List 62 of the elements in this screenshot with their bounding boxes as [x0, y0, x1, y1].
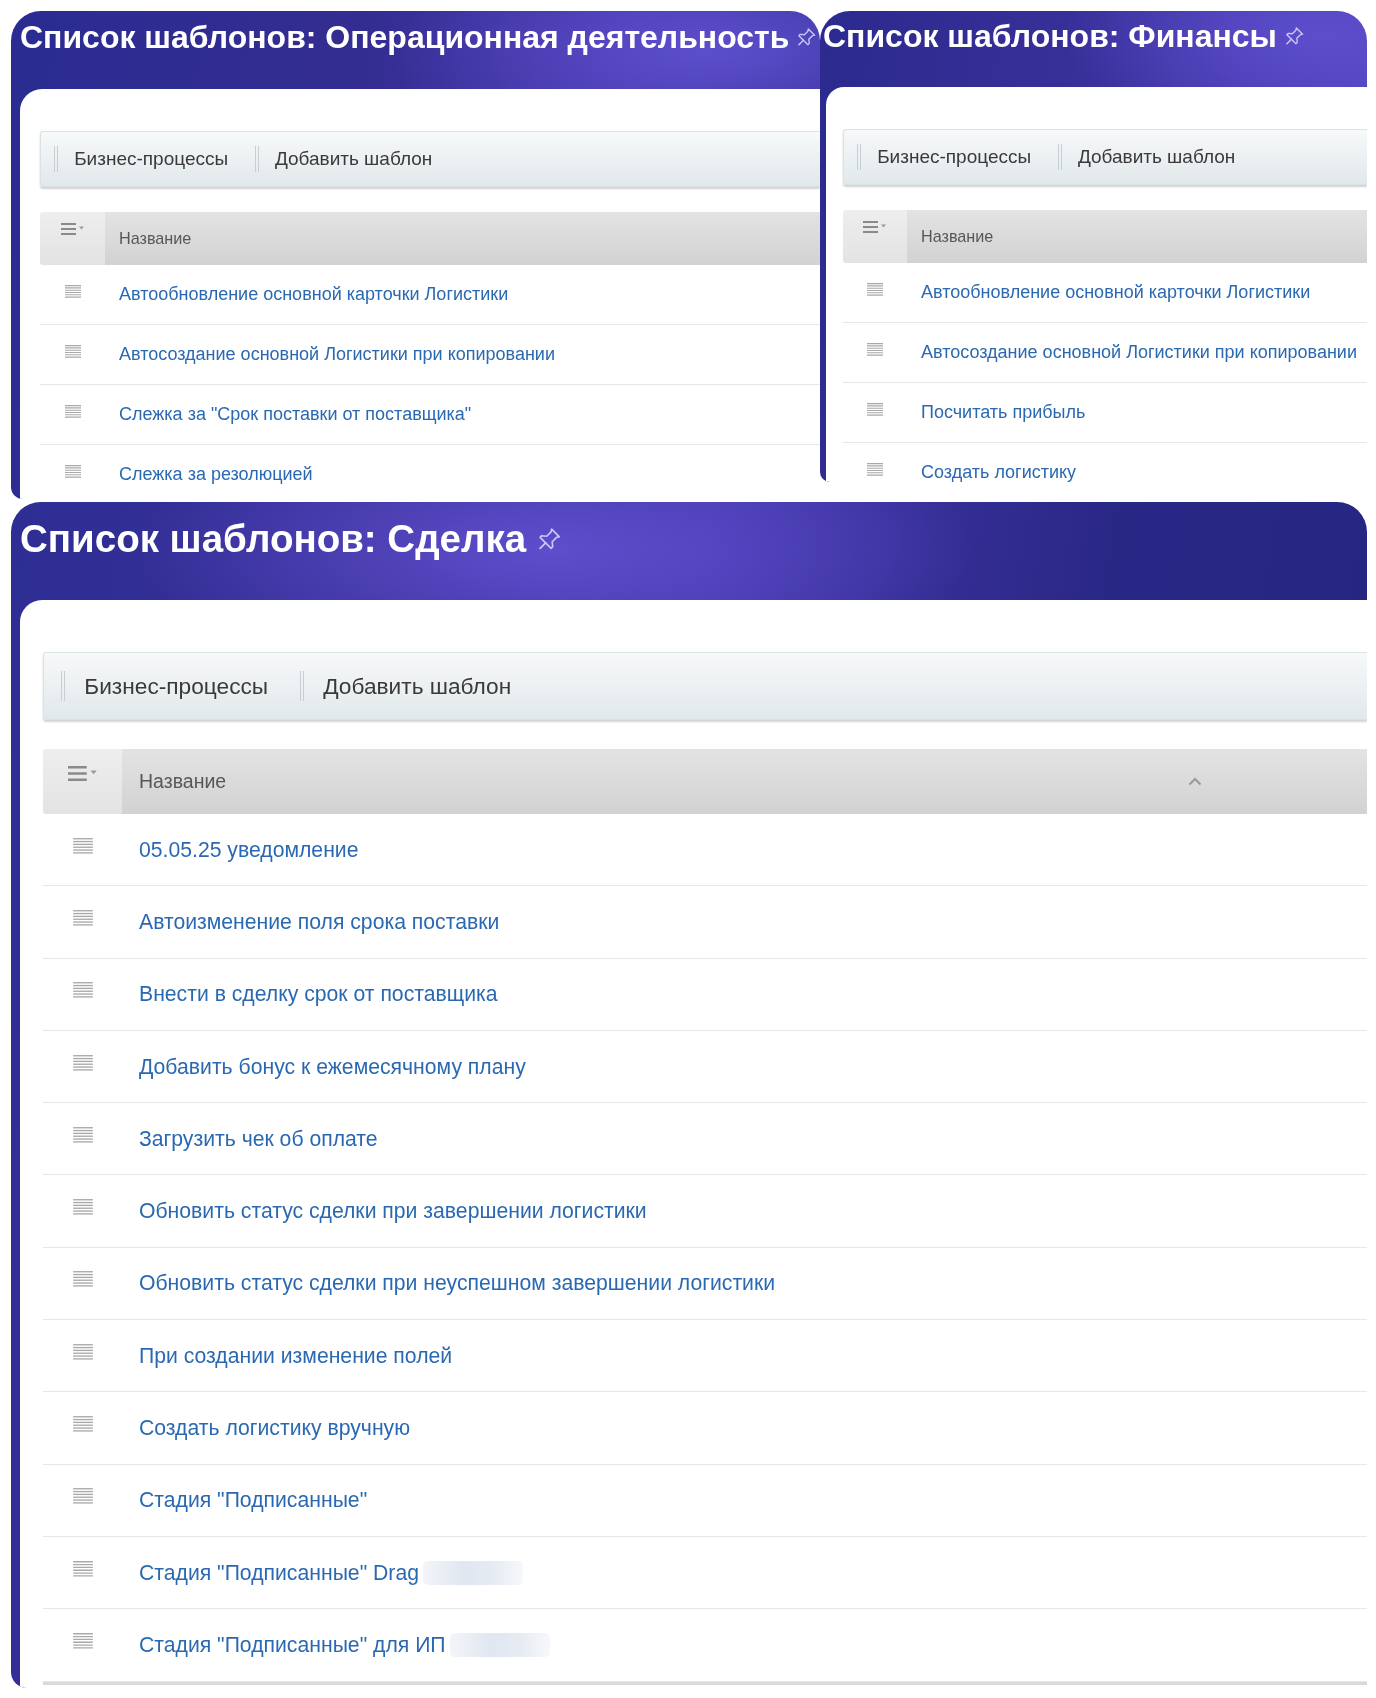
column-header[interactable]: Название	[907, 210, 1367, 263]
lines-icon[interactable]	[72, 1560, 93, 1577]
lines-icon[interactable]	[72, 1632, 93, 1649]
toolbar-button[interactable]: Добавить шаблон	[274, 148, 433, 170]
template-link[interactable]: Добавить бонус к ежемесячному плану	[139, 1054, 526, 1079]
column-settings-button[interactable]	[843, 210, 907, 263]
lines-icon[interactable]	[72, 1488, 93, 1505]
toolbar-button[interactable]: Бизнес-процессы	[84, 672, 269, 700]
template-link[interactable]: Загрузить чек об оплате	[139, 1126, 378, 1151]
pin-icon[interactable]	[1285, 27, 1304, 45]
lines-icon[interactable]	[64, 465, 81, 478]
template-link[interactable]: Слежка за "Срок поставки от поставщика"	[119, 404, 472, 425]
template-link[interactable]: Стадия "Подписанные"	[139, 1488, 368, 1513]
toolbar-button[interactable]: Бизнес-процессы	[74, 148, 229, 170]
template-link[interactable]: Автообновление основной карточки Логистики	[921, 282, 1311, 303]
lines-icon[interactable]	[72, 1199, 93, 1216]
lines-icon[interactable]	[867, 403, 883, 416]
menu-icon	[60, 223, 85, 235]
column-settings-button[interactable]	[43, 749, 122, 814]
lines-icon[interactable]	[867, 283, 883, 296]
toolbar-button[interactable]: Бизнес-процессы	[877, 146, 1032, 168]
lines-icon[interactable]	[72, 837, 93, 854]
template-link[interactable]: Стадия "Подписанные" Drag	[139, 1560, 419, 1585]
template-link[interactable]: Обновить статус сделки при завершении логистики	[139, 1199, 647, 1224]
lines-icon[interactable]	[72, 1343, 93, 1360]
lines-icon[interactable]	[72, 1416, 93, 1432]
menu-icon	[67, 766, 98, 781]
toolbar-button[interactable]: Добавить шаблон	[323, 672, 512, 700]
panel-title: Список шаблонов: Сделка	[20, 516, 527, 562]
template-link[interactable]: Внести в сделку срок от поставщика	[139, 982, 498, 1007]
template-link[interactable]: Обновить статус сделки при неуспешном завершении логистики	[139, 1271, 776, 1296]
lines-icon[interactable]	[72, 982, 93, 999]
template-link[interactable]: Автосоздание основной Логистики при копировании	[921, 342, 1357, 363]
template-link[interactable]: Создать логистику	[921, 462, 1077, 482]
panel-title: Список шаблонов: Операционная деятельность	[20, 18, 790, 56]
toolbar-button[interactable]: Добавить шаблон	[1077, 146, 1236, 168]
column-settings-button[interactable]	[40, 212, 105, 265]
template-link[interactable]: Посчитать прибыль	[921, 402, 1086, 423]
lines-icon[interactable]	[72, 1271, 93, 1288]
template-link[interactable]: 05.05.25 уведомление	[139, 837, 359, 862]
column-header[interactable]: Название	[122, 749, 1367, 814]
chevron-up-icon[interactable]	[1188, 777, 1202, 786]
template-link[interactable]: Автообновление основной карточки Логистики	[119, 284, 509, 305]
template-link[interactable]: Слежка за резолюцией	[119, 464, 313, 485]
lines-icon[interactable]	[72, 909, 93, 926]
column-header[interactable]: Название	[105, 212, 820, 265]
pin-icon[interactable]	[539, 528, 562, 550]
lines-icon[interactable]	[64, 405, 81, 418]
template-link[interactable]: Автосоздание основной Логистики при копировании	[119, 344, 555, 365]
lines-icon[interactable]	[64, 285, 81, 298]
template-link[interactable]: Автоизменение поля срока поставки	[139, 909, 500, 934]
lines-icon[interactable]	[64, 345, 81, 358]
template-link[interactable]: Стадия "Подписанные" для ИП	[139, 1632, 446, 1657]
lines-icon[interactable]	[72, 1126, 93, 1143]
template-link[interactable]: Создать логистику вручную	[139, 1416, 411, 1440]
lines-icon[interactable]	[867, 343, 883, 356]
pin-icon[interactable]	[798, 28, 817, 46]
lines-icon[interactable]	[72, 1054, 93, 1071]
template-link[interactable]: При создании изменение полей	[139, 1343, 453, 1368]
menu-icon	[863, 221, 887, 233]
lines-icon[interactable]	[867, 463, 883, 476]
panel-title: Список шаблонов: Финансы	[823, 17, 1277, 55]
